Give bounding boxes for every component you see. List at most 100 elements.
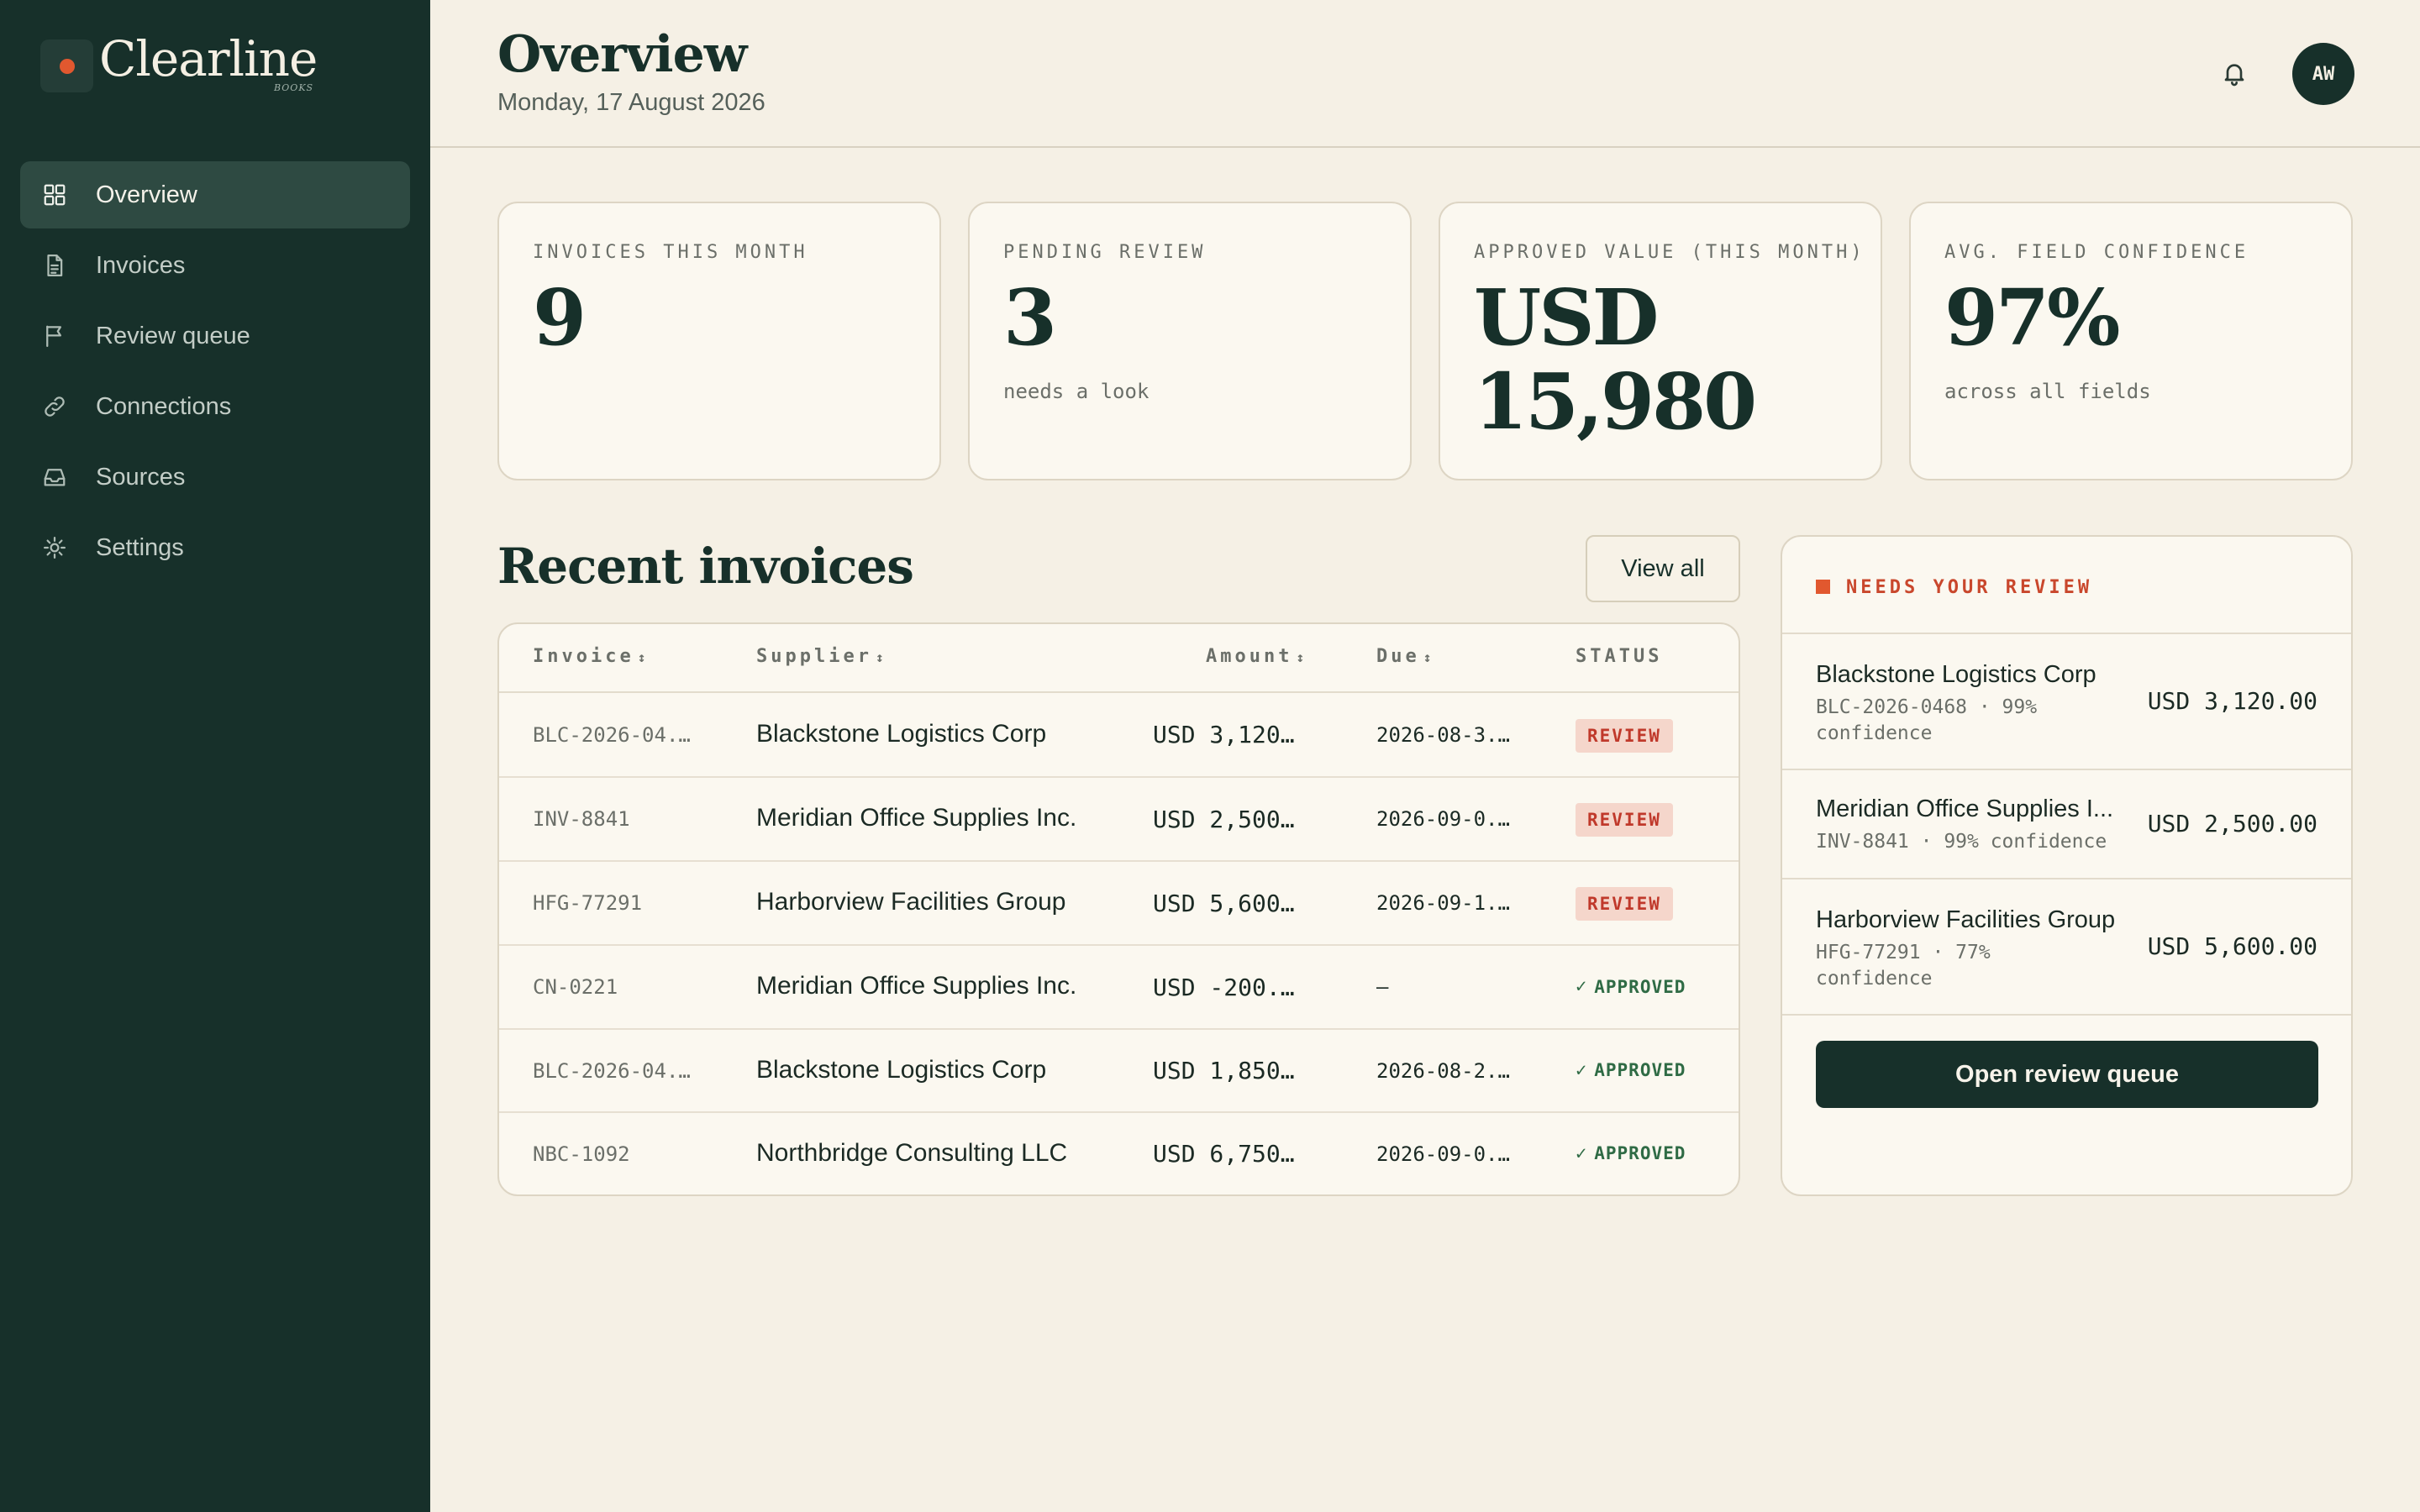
grid-icon — [42, 182, 67, 207]
column-header-due[interactable]: Due ↕ — [1376, 646, 1431, 667]
review-item-meta: HFG-77291 · 77% confidence — [1816, 942, 1991, 990]
status-badge: REVIEW — [1576, 803, 1673, 837]
status-badge: ✓ APPROVED — [1576, 1060, 1686, 1081]
column-header-invoice[interactable]: Invoice ↕ — [533, 646, 645, 667]
column-header-label: Due — [1376, 646, 1420, 667]
stat-label: APPROVED VALUE (THIS MONTH) — [1474, 242, 1865, 263]
status-label: APPROVED — [1594, 976, 1686, 997]
sidebar-nav: Overview Invoices Review queue Connectio… — [20, 161, 410, 585]
table-row[interactable]: NBC-1092 Northbridge Consulting LLC USD 6,… — [499, 1113, 1739, 1194]
page-title: Overview — [497, 25, 747, 84]
due-date: 2026-09-0... — [1376, 807, 1511, 832]
review-item-amount: USD 3,120.00 — [2147, 687, 2317, 715]
status-label: APPROVED — [1594, 1143, 1686, 1163]
review-item-meta: BLC-2026-0468 · 99% confidence — [1816, 696, 2038, 744]
needs-review-panel: NEEDS YOUR REVIEW Blackstone Logistics C… — [1781, 535, 2353, 1196]
stat-card-avg-confidence: AVG. FIELD CONFIDENCE 97% across all fie… — [1909, 202, 2353, 480]
review-item[interactable]: Meridian Office Supplies I... INV-8841 · … — [1782, 770, 2351, 879]
sidebar-item-connections[interactable]: Connections — [20, 373, 410, 440]
supplier-name: Meridian Office Supplies Inc. — [756, 804, 1077, 832]
sidebar-item-overview[interactable]: Overview — [20, 161, 410, 228]
status-badge: ✓ APPROVED — [1576, 976, 1686, 997]
status-label: APPROVED — [1594, 1060, 1686, 1080]
supplier-name: Blackstone Logistics Corp — [756, 719, 1047, 748]
due-date: – — [1376, 975, 1389, 1000]
status-badge: REVIEW — [1576, 718, 1673, 753]
invoice-amount: USD 1,850... — [1153, 1057, 1301, 1085]
stat-value: USD 15,980 — [1474, 272, 1757, 447]
notifications-bell-icon[interactable] — [2221, 59, 2248, 87]
review-item-amount: USD 5,600.00 — [2147, 932, 2317, 960]
view-all-button[interactable]: View all — [1586, 535, 1740, 602]
logo-dot — [60, 59, 75, 74]
supplier-name: Blackstone Logistics Corp — [756, 1055, 1047, 1084]
stat-sublabel: across all fields — [1944, 380, 2151, 403]
review-item[interactable]: Harborview Facilities Group HFG-77291 · 7… — [1782, 879, 2351, 1016]
table-row[interactable]: BLC-2026-04... Blackstone Logistics Corp U… — [499, 1030, 1739, 1113]
stat-value: 97% — [1944, 272, 2120, 363]
review-item-amount: USD 2,500.00 — [2147, 810, 2317, 837]
page-date: Monday, 17 August 2026 — [497, 89, 765, 116]
invoice-number: NBC-1092 — [533, 1142, 630, 1166]
review-item[interactable]: Blackstone Logistics Corp BLC-2026-0468 ·… — [1782, 634, 2351, 770]
main-content: Overview Monday, 17 August 2026 AW INVOI… — [430, 0, 2420, 1512]
user-avatar[interactable]: AW — [2292, 43, 2354, 105]
table-header: Invoice ↕ Supplier ↕ Amount ↕ Due ↕ STATUS — [499, 624, 1739, 693]
app-subname: BOOKS — [274, 82, 314, 93]
invoice-number: CN-0221 — [533, 975, 618, 1000]
due-date: 2026-08-2... — [1376, 1058, 1511, 1083]
section-title-recent-invoices: Recent invoices — [497, 538, 914, 595]
invoice-number: HFG-77291 — [533, 891, 643, 916]
column-header-amount[interactable]: Amount ↕ — [1206, 646, 1304, 667]
stat-label: AVG. FIELD CONFIDENCE — [1944, 242, 2249, 263]
sidebar: Clearline BOOKS Overview Invoices Review… — [0, 0, 430, 1512]
check-icon: ✓ — [1576, 976, 1588, 997]
column-header-label: Amount — [1206, 646, 1293, 667]
inbox-icon — [42, 465, 67, 490]
invoice-amount: USD 6,750... — [1153, 1140, 1301, 1168]
column-header-label: Invoice — [533, 646, 634, 667]
app-logo[interactable]: Clearline BOOKS — [40, 30, 393, 114]
sidebar-item-settings[interactable]: Settings — [20, 514, 410, 581]
supplier-name: Northbridge Consulting LLC — [756, 1138, 1068, 1167]
table-row[interactable]: BLC-2026-04... Blackstone Logistics Corp U… — [499, 693, 1739, 778]
sidebar-item-label: Sources — [96, 463, 186, 491]
table-row[interactable]: INV-8841 Meridian Office Supplies Inc. USD… — [499, 778, 1739, 862]
sort-icon: ↕ — [1296, 649, 1305, 665]
sidebar-item-invoices[interactable]: Invoices — [20, 232, 410, 299]
alert-square-icon — [1816, 580, 1830, 594]
stat-card-approved-value: APPROVED VALUE (THIS MONTH) USD 15,980 — [1439, 202, 1882, 480]
open-review-queue-button[interactable]: Open review queue — [1816, 1041, 2318, 1108]
stat-value: 3 — [1003, 272, 1057, 363]
invoice-amount: USD -200.00 — [1153, 973, 1301, 1001]
sidebar-item-label: Review queue — [96, 322, 250, 349]
invoice-number: INV-8841 — [533, 807, 630, 832]
supplier-name: Harborview Facilities Group — [756, 888, 1066, 916]
column-header-supplier[interactable]: Supplier ↕ — [756, 646, 884, 667]
review-item-supplier: Harborview Facilities Group — [1816, 906, 2116, 933]
check-icon: ✓ — [1576, 1059, 1588, 1081]
sidebar-item-review-queue[interactable]: Review queue — [20, 302, 410, 370]
status-badge: REVIEW — [1576, 887, 1673, 921]
sidebar-item-label: Invoices — [96, 251, 186, 279]
check-icon: ✓ — [1576, 1142, 1588, 1164]
column-header-status: STATUS — [1576, 646, 1663, 667]
stat-sublabel: needs a look — [1003, 380, 1150, 403]
due-date: 2026-08-3... — [1376, 722, 1511, 747]
due-date: 2026-09-0... — [1376, 1142, 1511, 1166]
table-row[interactable]: HFG-77291 Harborview Facilities Group USD … — [499, 862, 1739, 946]
column-header-label: Supplier — [756, 646, 872, 667]
panel-title: NEEDS YOUR REVIEW — [1846, 577, 2093, 598]
stat-card-invoices-this-month: INVOICES THIS MONTH 9 — [497, 202, 941, 480]
supplier-name: Meridian Office Supplies Inc. — [756, 972, 1077, 1000]
sidebar-item-label: Settings — [96, 533, 184, 561]
review-item-meta: INV-8841 · 99% confidence — [1816, 831, 2107, 853]
flag-icon — [42, 323, 67, 349]
stat-value: 9 — [533, 272, 587, 363]
table-row[interactable]: CN-0221 Meridian Office Supplies Inc. USD … — [499, 946, 1739, 1030]
document-icon — [42, 253, 67, 278]
sort-icon: ↕ — [637, 649, 646, 665]
invoice-amount: USD 5,600... — [1153, 889, 1301, 917]
sidebar-item-sources[interactable]: Sources — [20, 444, 410, 511]
sort-icon: ↕ — [1423, 649, 1432, 665]
